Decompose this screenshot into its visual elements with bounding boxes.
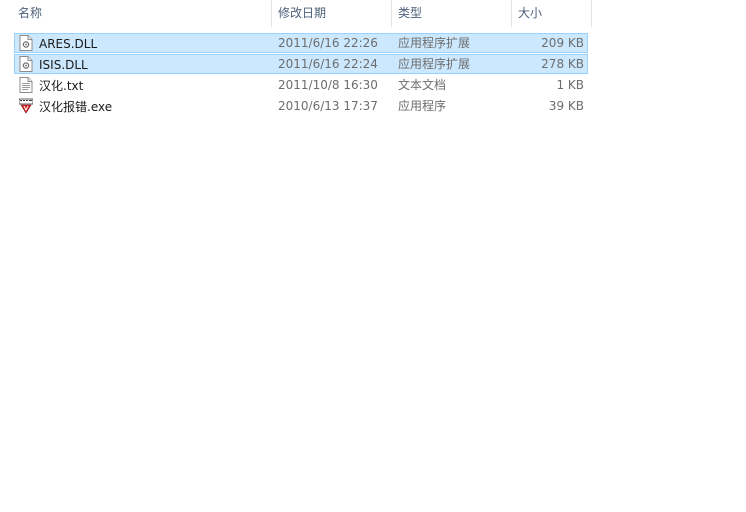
file-name: 汉化.txt [39,78,84,93]
file-row[interactable]: 汉化.txt 2011/10/8 16:30 文本文档 1 KB [14,75,588,95]
dll-file-icon [19,34,33,51]
column-header-size[interactable]: 大小 [512,0,592,27]
column-header-bar: 名称 ^ 修改日期 类型 大小 [0,0,592,27]
exe-app-icon [18,98,34,114]
file-date: 2011/10/8 16:30 [278,78,378,92]
column-header-name-label: 名称 [18,6,43,20]
text-file-icon [19,76,33,93]
file-type: 应用程序 [398,99,447,113]
file-name: ISIS.DLL [39,57,88,72]
file-date: 2011/6/16 22:24 [278,57,378,71]
file-name: ARES.DLL [39,36,98,51]
column-header-date[interactable]: 修改日期 [272,0,392,27]
dll-file-icon [19,55,33,72]
sort-ascending-icon: ^ [148,0,158,4]
file-name-cell: 汉化报错.exe [18,97,269,115]
column-header-date-label: 修改日期 [278,6,327,20]
file-date: 2010/6/13 17:37 [278,99,378,113]
file-date: 2011/6/16 22:26 [278,36,378,50]
file-name: 汉化报错.exe [39,99,113,114]
column-header-name[interactable]: 名称 ^ [12,0,272,27]
column-header-type-label: 类型 [398,6,423,20]
column-header-size-label: 大小 [518,6,543,20]
file-list: ARES.DLL 2011/6/16 22:26 应用程序扩展 209 KB I… [14,33,588,117]
file-size: 278 KB [541,57,584,71]
column-header-type[interactable]: 类型 [392,0,512,27]
file-list-pane: 名称 ^ 修改日期 类型 大小 ARES.DLL [0,0,746,512]
file-name-cell: 汉化.txt [19,76,269,94]
file-row[interactable]: ARES.DLL 2011/6/16 22:26 应用程序扩展 209 KB [14,33,588,53]
file-row[interactable]: ISIS.DLL 2011/6/16 22:24 应用程序扩展 278 KB [14,54,588,74]
file-size: 209 KB [541,36,584,50]
file-type: 应用程序扩展 [398,36,471,50]
file-size: 39 KB [548,99,584,113]
file-row[interactable]: 汉化报错.exe 2010/6/13 17:37 应用程序 39 KB [14,96,588,116]
file-size: 1 KB [556,78,584,92]
file-type: 文本文档 [398,78,447,92]
file-type: 应用程序扩展 [398,57,471,71]
file-name-cell: ARES.DLL [19,34,269,52]
file-name-cell: ISIS.DLL [19,55,269,73]
